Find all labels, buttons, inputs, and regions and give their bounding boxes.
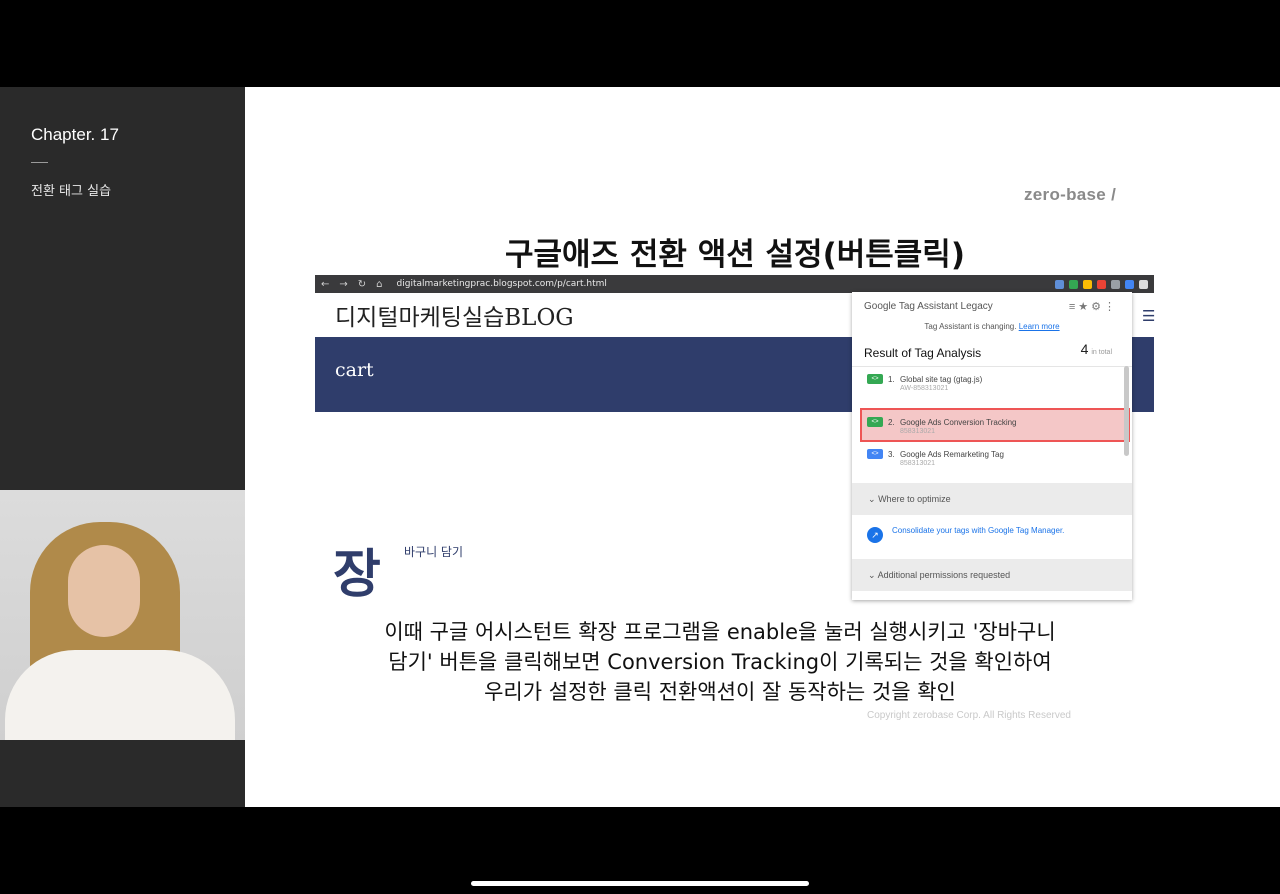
nav-cart[interactable]: cart bbox=[335, 359, 374, 381]
tag-name: Global site tag (gtag.js) bbox=[900, 375, 983, 384]
tag-count-suffix: in total bbox=[1091, 349, 1112, 356]
tag-assistant-note: Tag Assistant is changing. Learn more bbox=[852, 322, 1132, 331]
chapter-title: Chapter. 17 bbox=[31, 125, 119, 144]
extension-icon[interactable] bbox=[1055, 279, 1064, 289]
tag-assistant-extension-icon[interactable] bbox=[1125, 279, 1134, 289]
reload-icon[interactable]: ↻ bbox=[358, 279, 366, 290]
extension-icon[interactable] bbox=[1097, 279, 1106, 289]
menu-icon[interactable]: ☰ bbox=[1142, 307, 1155, 325]
chapter-divider bbox=[31, 162, 48, 163]
zero-base-logo: zero-base / bbox=[1024, 185, 1117, 204]
tag-number: 3. bbox=[888, 450, 895, 459]
presenter-shirt bbox=[5, 650, 235, 740]
tag-icon: <> bbox=[867, 374, 883, 384]
extension-icons bbox=[1055, 279, 1148, 289]
address-bar[interactable]: digitalmarketingprac.blogspot.com/p/cart… bbox=[397, 279, 607, 289]
tag-assistant-toolbar: ≡★⚙⋮ bbox=[1069, 300, 1118, 313]
home-icon[interactable]: ⌂ bbox=[376, 279, 382, 290]
tag-id: AW-858313021 bbox=[900, 385, 949, 392]
consolidate-link[interactable]: ↗ Consolidate your tags with Google Tag … bbox=[852, 515, 1132, 559]
caption-line: 우리가 설정한 클릭 전환액션이 잘 동작하는 것을 확인 bbox=[484, 680, 956, 704]
star-icon[interactable]: ★ bbox=[1078, 301, 1091, 313]
tag-list: <> 1. Global site tag (gtag.js) AW-85831… bbox=[852, 366, 1132, 483]
presenter-webcam bbox=[0, 490, 245, 740]
tag-id: 858313021 bbox=[900, 460, 936, 467]
note-text: Tag Assistant is changing. bbox=[924, 322, 1017, 331]
chevron-down-icon: ⌄ bbox=[868, 494, 876, 504]
tag-assistant-brand: Google Tag Assistant Legacy bbox=[864, 301, 993, 312]
gear-icon[interactable]: ⚙ bbox=[1091, 301, 1104, 313]
extension-icon[interactable] bbox=[1111, 279, 1120, 289]
where-to-optimize-section[interactable]: ⌄ Where to optimize bbox=[852, 483, 1132, 515]
filter-icon[interactable]: ≡ bbox=[1069, 301, 1078, 313]
slide-caption: 이때 구글 어시스턴트 확장 프로그램을 enable을 눌러 실행시키고 '장… bbox=[335, 617, 1105, 707]
tag-count-value: 4 bbox=[1080, 341, 1089, 357]
caption-line: 담기' 버튼을 클릭해보면 Conversion Tracking이 기록되는 … bbox=[388, 650, 1052, 674]
browser-toolbar: ← → ↻ ⌂ digitalmarketingprac.blogspot.co… bbox=[315, 275, 1154, 293]
extension-icon[interactable] bbox=[1069, 279, 1078, 289]
add-to-cart-label[interactable]: 바구니 담기 bbox=[404, 543, 463, 560]
additional-permissions-section[interactable]: ⌄ Additional permissions requested bbox=[852, 559, 1132, 591]
forward-icon[interactable]: → bbox=[339, 279, 347, 290]
tag-name: Google Ads Conversion Tracking bbox=[900, 418, 1017, 427]
back-icon[interactable]: ← bbox=[321, 279, 329, 290]
tag-item-highlighted[interactable]: <> 2. Google Ads Conversion Tracking 858… bbox=[860, 408, 1130, 442]
result-title: Result of Tag Analysis bbox=[864, 346, 982, 360]
scrollbar[interactable] bbox=[1124, 366, 1129, 456]
tag-item[interactable]: <> 1. Global site tag (gtag.js) AW-85831… bbox=[852, 367, 1132, 408]
tag-icon: <> bbox=[867, 417, 883, 427]
slide: zero-base / 구글애즈 전환 액션 설정(버튼클릭) ← → ↻ ⌂ … bbox=[245, 87, 1280, 807]
caption-line: 이때 구글 어시스턴트 확장 프로그램을 enable을 눌러 실행시키고 '장… bbox=[384, 620, 1056, 644]
tag-number: 1. bbox=[888, 375, 895, 384]
tag-icon: <> bbox=[867, 449, 883, 459]
consolidate-text: Consolidate your tags with Google Tag Ma… bbox=[892, 526, 1065, 535]
learn-more-link[interactable]: Learn more bbox=[1019, 322, 1060, 331]
tag-count: 4 in total bbox=[1081, 341, 1112, 357]
tag-manager-icon: ↗ bbox=[867, 527, 883, 543]
tag-number: 2. bbox=[888, 418, 895, 427]
tag-item[interactable]: <> 3. Google Ads Remarketing Tag 8583130… bbox=[852, 442, 1132, 483]
home-indicator[interactable] bbox=[471, 881, 809, 886]
extension-icon[interactable] bbox=[1083, 279, 1092, 289]
tag-assistant-popup: Google Tag Assistant Legacy ≡★⚙⋮ Tag Ass… bbox=[852, 292, 1132, 600]
chapter-subtitle: 전환 태그 실습 bbox=[31, 184, 112, 199]
tag-name: Google Ads Remarketing Tag bbox=[900, 450, 1004, 459]
presenter-face bbox=[68, 545, 140, 637]
where-to-optimize-label: Where to optimize bbox=[878, 494, 951, 504]
tag-id: 858313021 bbox=[900, 428, 936, 435]
chevron-down-icon: ⌄ bbox=[868, 570, 876, 580]
cart-button-char[interactable]: 장 bbox=[333, 532, 381, 607]
copyright: Copyright zerobase Corp. All Rights Rese… bbox=[867, 710, 1071, 721]
slide-title: 구글애즈 전환 액션 설정(버튼클릭) bbox=[505, 237, 965, 273]
more-icon[interactable]: ⋮ bbox=[1104, 301, 1118, 313]
puzzle-icon[interactable] bbox=[1139, 279, 1148, 289]
additional-permissions-label: Additional permissions requested bbox=[877, 570, 1011, 580]
